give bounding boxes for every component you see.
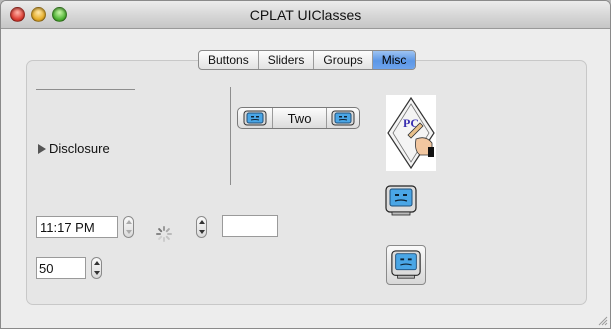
- stepper-down-icon: [199, 230, 205, 234]
- number-stepper[interactable]: [91, 257, 102, 279]
- disclosure-control[interactable]: Disclosure: [38, 141, 110, 156]
- tab-content-panel: [26, 60, 587, 305]
- standalone-stepper[interactable]: [196, 216, 207, 238]
- tab-bar: Buttons Sliders Groups Misc: [198, 50, 417, 70]
- tab-misc[interactable]: Misc: [372, 51, 416, 69]
- vertical-separator: [230, 87, 231, 185]
- stepper-up-icon: [199, 220, 205, 224]
- tab-buttons[interactable]: Buttons: [199, 51, 259, 69]
- resize-grip-icon[interactable]: [596, 314, 608, 326]
- mac-face-icon: [385, 185, 417, 216]
- progress-spinner-icon: [156, 226, 172, 242]
- stepper-up-icon: [126, 220, 132, 224]
- stepper-down-icon: [126, 230, 132, 234]
- segmented-control: Two: [237, 107, 360, 129]
- icon-button[interactable]: [386, 245, 426, 285]
- time-stepper[interactable]: [123, 216, 134, 238]
- pc-pencil-image: PC: [386, 95, 436, 171]
- disclosure-triangle-icon[interactable]: [38, 143, 46, 154]
- mac-face-icon: [243, 110, 267, 126]
- segment-right[interactable]: [326, 108, 359, 128]
- horizontal-separator: [36, 89, 135, 90]
- mac-face-icon: [331, 110, 355, 126]
- number-field[interactable]: 50: [36, 257, 86, 279]
- text-field[interactable]: [222, 215, 278, 237]
- disclosure-label: Disclosure: [49, 141, 110, 156]
- tab-groups[interactable]: Groups: [314, 51, 373, 69]
- segment-left[interactable]: [238, 108, 273, 128]
- window: CPLAT UIClasses Buttons Sliders Groups M…: [0, 0, 611, 329]
- title-bar[interactable]: CPLAT UIClasses: [1, 1, 610, 29]
- window-title: CPLAT UIClasses: [249, 7, 362, 23]
- segment-two[interactable]: Two: [273, 108, 326, 128]
- mac-face-icon: [391, 250, 421, 279]
- stepper-up-icon: [94, 261, 100, 265]
- stepper-down-icon: [94, 271, 100, 275]
- window-content: Buttons Sliders Groups Misc Disclosure T…: [1, 29, 610, 328]
- time-field[interactable]: 11:17 PM: [36, 216, 118, 238]
- tab-sliders[interactable]: Sliders: [259, 51, 315, 69]
